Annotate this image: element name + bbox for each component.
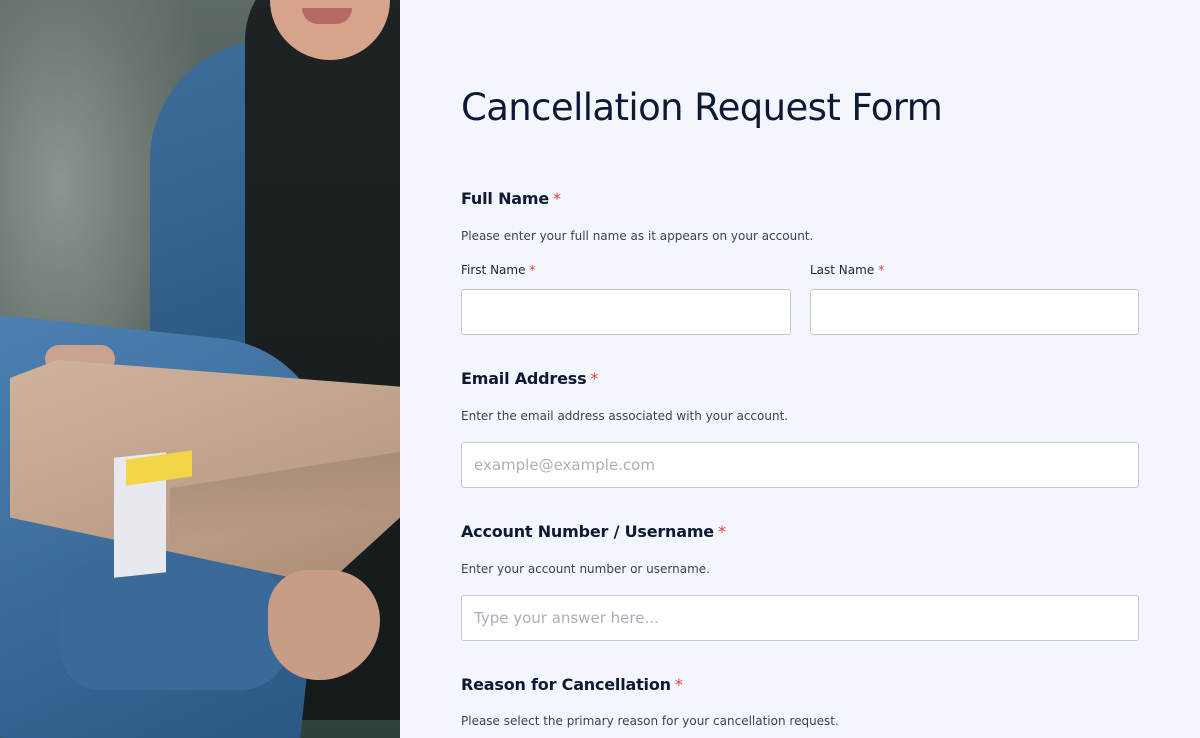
reason-description: Please select the primary reason for you… — [461, 714, 839, 728]
email-label: Email Address * — [461, 369, 598, 388]
email-label-text: Email Address — [461, 369, 587, 388]
account-input[interactable] — [461, 595, 1139, 641]
last-name-label-text: Last Name — [810, 263, 875, 277]
account-label: Account Number / Username * — [461, 522, 726, 541]
email-input[interactable] — [461, 442, 1139, 488]
full-name-description: Please enter your full name as it appear… — [461, 229, 814, 243]
required-marker: * — [552, 189, 561, 208]
last-name-input[interactable] — [810, 289, 1139, 335]
email-description: Enter the email address associated with … — [461, 409, 789, 423]
account-label-text: Account Number / Username — [461, 522, 714, 541]
photo-courier-sleeve — [60, 560, 290, 690]
full-name-label: Full Name * — [461, 189, 561, 208]
required-marker: * — [717, 522, 726, 541]
first-name-input[interactable] — [461, 289, 791, 335]
required-marker: * — [529, 263, 536, 277]
hero-photo — [0, 0, 400, 738]
required-marker: * — [674, 675, 683, 694]
form-title: Cancellation Request Form — [461, 86, 943, 129]
first-name-label: First Name * — [461, 263, 535, 277]
first-name-label-text: First Name — [461, 263, 526, 277]
account-description: Enter your account number or username. — [461, 562, 710, 576]
required-marker: * — [878, 263, 885, 277]
reason-label-text: Reason for Cancellation — [461, 675, 671, 694]
required-marker: * — [590, 369, 599, 388]
last-name-label: Last Name * — [810, 263, 884, 277]
full-name-label-text: Full Name — [461, 189, 549, 208]
reason-label: Reason for Cancellation * — [461, 675, 683, 694]
